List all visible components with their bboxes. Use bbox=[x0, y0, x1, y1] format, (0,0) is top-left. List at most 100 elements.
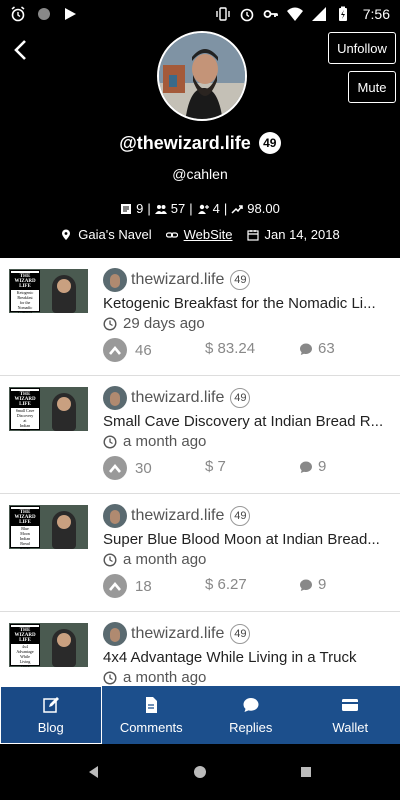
post-time: a month ago bbox=[103, 551, 206, 568]
following-count: 4 bbox=[212, 201, 220, 216]
thumbnail-face bbox=[57, 397, 71, 411]
home-circle-icon[interactable] bbox=[192, 764, 208, 780]
tab-comments[interactable]: Comments bbox=[102, 686, 202, 744]
author-name[interactable]: thewizard.life bbox=[131, 625, 224, 643]
upvote[interactable]: 46 bbox=[103, 338, 152, 362]
website-link[interactable]: WebSite bbox=[184, 227, 233, 242]
post-actions: 46 $ 83.24 63 bbox=[103, 338, 393, 362]
upvote-button[interactable] bbox=[103, 574, 127, 598]
clock-icon bbox=[103, 552, 117, 567]
tab-comments-label: Comments bbox=[119, 719, 183, 735]
post-comments[interactable]: 9 bbox=[299, 458, 326, 475]
comment-bubble-icon bbox=[300, 461, 312, 473]
thumb-brand: THE WIZARD LIFE bbox=[11, 273, 39, 290]
comment-bubble-icon bbox=[300, 579, 312, 591]
edit-icon bbox=[43, 696, 59, 713]
thumbnail-face bbox=[57, 515, 71, 529]
thumb-caption-line: Rocks bbox=[20, 546, 30, 549]
chevron-up-icon bbox=[109, 345, 121, 355]
author-avatar[interactable] bbox=[103, 386, 127, 410]
post-thumbnail[interactable]: THE WIZARD LIFE Small Cave Discovery at Ind… bbox=[9, 387, 88, 431]
vote-count: 30 bbox=[135, 459, 152, 477]
reputation-badge: 49 bbox=[258, 132, 281, 154]
thumbnail-logo: THE WIZARD LIFE Ketogenic Breakfast for th… bbox=[10, 270, 40, 313]
profile-avatar bbox=[157, 31, 247, 121]
tab-wallet[interactable]: Wallet bbox=[301, 686, 400, 744]
comment-count: 63 bbox=[318, 340, 335, 357]
alarm-icon bbox=[240, 8, 254, 22]
post-author[interactable]: thewizard.life 49 bbox=[103, 386, 251, 410]
post-item[interactable]: THE WIZARD LIFE Small Cave Discovery at Ind… bbox=[0, 376, 400, 494]
post-author[interactable]: thewizard.life 49 bbox=[103, 504, 251, 528]
post-thumbnail[interactable]: THE WIZARD LIFE 4x4 Advantage While Living T… bbox=[9, 623, 88, 667]
voting-power: 98.00 bbox=[247, 201, 280, 216]
post-time: a month ago bbox=[103, 433, 206, 450]
comment-count: 9 bbox=[318, 576, 327, 593]
clock-icon bbox=[103, 670, 117, 685]
author-rep-badge: 49 bbox=[230, 624, 251, 644]
vibrate-icon bbox=[216, 7, 230, 21]
thumb-brand: THE WIZARD LIFE bbox=[11, 627, 39, 644]
post-item[interactable]: THE WIZARD LIFE Blue Moon Indian Bread Rocks… bbox=[0, 494, 400, 612]
post-item[interactable]: THE WIZARD LIFE Ketogenic Breakfast for th… bbox=[0, 258, 400, 376]
clock-time: 7:56 bbox=[362, 6, 390, 22]
signal-icon bbox=[311, 7, 326, 21]
post-feed[interactable]: THE WIZARD LIFE Ketogenic Breakfast for th… bbox=[0, 258, 400, 686]
upvote-button[interactable] bbox=[103, 338, 127, 362]
profile-stats: 9 | 57 | 4 | 98.00 bbox=[0, 201, 400, 216]
author-name[interactable]: thewizard.life bbox=[131, 389, 224, 407]
website[interactable]: WebSite bbox=[165, 227, 233, 242]
back-arrow-icon[interactable] bbox=[10, 38, 34, 62]
upvote-button[interactable] bbox=[103, 456, 127, 480]
post-time: 29 days ago bbox=[103, 315, 205, 332]
followers-count: 57 bbox=[170, 201, 186, 216]
post-title[interactable]: 4x4 Advantage While Living in a Truck bbox=[103, 649, 388, 666]
post-time-text: a month ago bbox=[123, 433, 207, 450]
mute-button[interactable]: Mute bbox=[348, 71, 396, 103]
unfollow-button[interactable]: Unfollow bbox=[328, 32, 396, 64]
author-avatar[interactable] bbox=[103, 622, 127, 646]
chevron-up-icon bbox=[109, 463, 121, 473]
thumbnail-logo: THE WIZARD LIFE 4x4 Advantage While Living T… bbox=[10, 624, 40, 667]
following-icon bbox=[197, 204, 209, 214]
post-comments[interactable]: 63 bbox=[299, 340, 335, 357]
location-pin-icon bbox=[62, 229, 71, 240]
location: Gaia's Navel bbox=[60, 227, 152, 242]
tab-replies[interactable]: Replies bbox=[201, 686, 301, 744]
post-item[interactable]: THE WIZARD LIFE 4x4 Advantage While Living T… bbox=[0, 612, 400, 686]
author-avatar[interactable] bbox=[103, 268, 127, 292]
author-rep-badge: 49 bbox=[230, 388, 251, 408]
vote-count: 46 bbox=[135, 341, 152, 359]
tab-replies-label: Replies bbox=[229, 719, 273, 735]
post-payout[interactable]: $ 83.24 bbox=[205, 340, 255, 357]
author-name[interactable]: thewizard.life bbox=[131, 507, 224, 525]
tab-blog-label: Blog bbox=[37, 719, 64, 735]
post-thumbnail[interactable]: THE WIZARD LIFE Blue Moon Indian Bread Rocks bbox=[9, 505, 88, 549]
post-comments[interactable]: 9 bbox=[299, 576, 326, 593]
upvote[interactable]: 30 bbox=[103, 456, 152, 480]
author-name[interactable]: thewizard.life bbox=[131, 271, 224, 289]
author-rep-badge: 49 bbox=[230, 270, 251, 290]
profile-name-row: @thewizard.life 49 bbox=[0, 132, 400, 154]
document-icon bbox=[146, 696, 158, 713]
post-thumbnail[interactable]: THE WIZARD LIFE Ketogenic Breakfast for th… bbox=[9, 269, 88, 313]
post-actions: 18 $ 6.27 9 bbox=[103, 574, 393, 598]
author-avatar[interactable] bbox=[103, 504, 127, 528]
posts-count: 9 bbox=[136, 201, 144, 216]
recents-square-icon[interactable] bbox=[298, 764, 314, 780]
joined-date: Jan 14, 2018 bbox=[246, 227, 340, 242]
bottom-nav: Blog Comments Replies Wallet bbox=[0, 686, 400, 744]
post-author[interactable]: thewizard.life 49 bbox=[103, 268, 251, 292]
post-author[interactable]: thewizard.life 49 bbox=[103, 622, 251, 646]
profile-header: Unfollow Mute @thewizard.life 49 @cahlen… bbox=[0, 28, 400, 258]
alarm-icon bbox=[11, 6, 25, 22]
tab-blog[interactable]: Blog bbox=[0, 686, 102, 744]
upvote[interactable]: 18 bbox=[103, 574, 152, 598]
post-payout[interactable]: $ 7 bbox=[205, 458, 226, 475]
post-title[interactable]: Super Blue Blood Moon at Indian Bread... bbox=[103, 531, 388, 548]
back-triangle-icon[interactable] bbox=[86, 764, 102, 780]
post-title[interactable]: Ketogenic Breakfast for the Nomadic Li..… bbox=[103, 295, 388, 312]
post-payout[interactable]: $ 6.27 bbox=[205, 576, 247, 593]
post-title[interactable]: Small Cave Discovery at Indian Bread R..… bbox=[103, 413, 388, 430]
post-time: a month ago bbox=[103, 669, 206, 686]
